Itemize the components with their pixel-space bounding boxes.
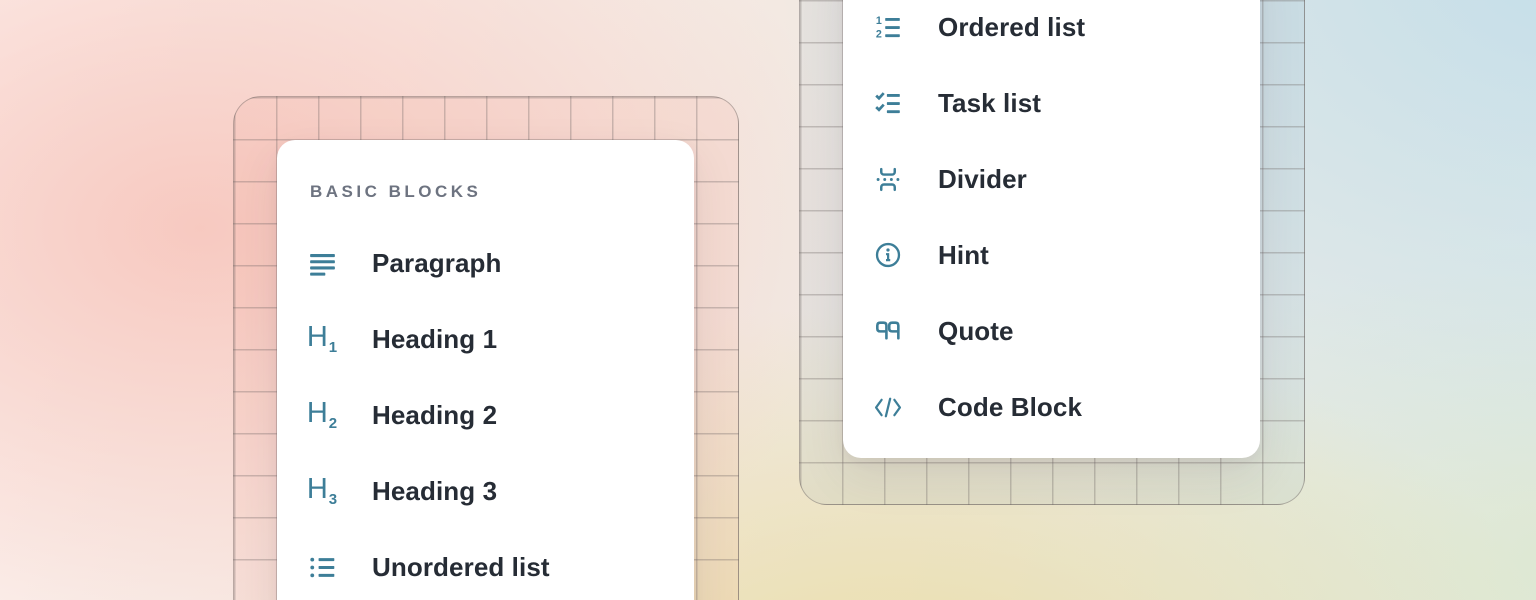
menu-item-heading-2[interactable]: H2 Heading 2 — [277, 377, 694, 453]
menu-item-label: Heading 1 — [372, 324, 497, 355]
section-label: BASIC BLOCKS — [310, 180, 694, 204]
quote-icon — [871, 314, 905, 348]
menu-item-label: Divider — [938, 164, 1027, 195]
heading-letter: H — [307, 321, 328, 353]
menu-item-task-list[interactable]: Task list — [843, 65, 1260, 141]
heading-letter: H — [307, 397, 328, 429]
menu-item-heading-1[interactable]: H1 Heading 1 — [277, 301, 694, 377]
menu-item-label: Quote — [938, 316, 1014, 347]
stage: BASIC BLOCKS Paragraph H1 Heading 1 H2 — [0, 0, 1536, 600]
menu-item-divider[interactable]: Divider — [843, 141, 1260, 217]
heading-2-icon: H2 — [305, 398, 339, 432]
menu-item-heading-3[interactable]: H3 Heading 3 — [277, 453, 694, 529]
heading-1-icon: H1 — [305, 322, 339, 356]
blocks-menu-continued: 1 2 Ordered list Task list — [843, 0, 1260, 458]
basic-blocks-menu: BASIC BLOCKS Paragraph H1 Heading 1 H2 — [277, 140, 694, 600]
code-block-icon — [871, 390, 905, 424]
divider-icon — [871, 162, 905, 196]
menu-item-hint[interactable]: Hint — [843, 217, 1260, 293]
menu-item-quote[interactable]: Quote — [843, 293, 1260, 369]
svg-text:2: 2 — [876, 28, 882, 40]
menu-item-label: Paragraph — [372, 248, 502, 279]
heading-subscript: 1 — [329, 339, 337, 356]
svg-text:1: 1 — [876, 15, 882, 27]
heading-letter: H — [307, 473, 328, 505]
menu-item-label: Heading 2 — [372, 400, 497, 431]
menu-item-label: Hint — [938, 240, 989, 271]
heading-3-icon: H3 — [305, 474, 339, 508]
task-list-icon — [871, 86, 905, 120]
menu-item-ordered-list[interactable]: 1 2 Ordered list — [843, 0, 1260, 65]
heading-subscript: 3 — [329, 491, 337, 508]
menu-item-label: Task list — [938, 88, 1041, 119]
hint-icon — [871, 238, 905, 272]
menu-item-label: Code Block — [938, 392, 1082, 423]
menu-item-unordered-list[interactable]: Unordered list — [277, 529, 694, 600]
unordered-list-icon — [305, 550, 339, 584]
menu-item-label: Ordered list — [938, 12, 1085, 43]
menu-item-label: Unordered list — [372, 552, 550, 583]
paragraph-icon — [305, 246, 339, 280]
heading-subscript: 2 — [329, 415, 337, 432]
menu-item-code-block[interactable]: Code Block — [843, 369, 1260, 445]
menu-item-paragraph[interactable]: Paragraph — [277, 225, 694, 301]
ordered-list-icon: 1 2 — [871, 10, 905, 44]
menu-item-label: Heading 3 — [372, 476, 497, 507]
